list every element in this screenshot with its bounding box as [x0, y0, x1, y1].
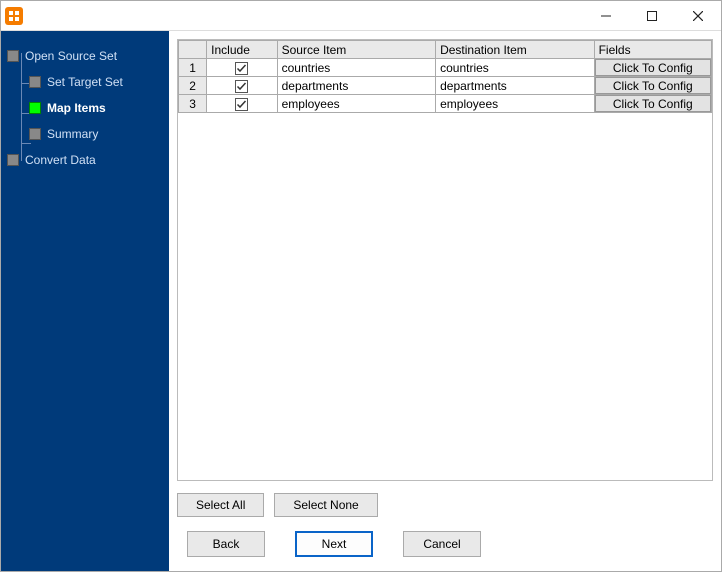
- tree-label: Open Source Set: [25, 49, 117, 63]
- col-header-fields[interactable]: Fields: [594, 41, 711, 59]
- row-number: 3: [179, 95, 207, 113]
- next-button[interactable]: Next: [295, 531, 373, 557]
- source-item-cell[interactable]: employees: [277, 95, 435, 113]
- titlebar: [1, 1, 721, 31]
- destination-item-cell[interactable]: departments: [436, 77, 594, 95]
- destination-item-cell[interactable]: employees: [436, 95, 594, 113]
- maximize-button[interactable]: [629, 1, 675, 31]
- col-header-rownum[interactable]: [179, 41, 207, 59]
- table-row: 2departmentsdepartmentsClick To Config: [179, 77, 712, 95]
- select-none-button[interactable]: Select None: [274, 493, 377, 517]
- row-number: 2: [179, 77, 207, 95]
- wizard-sidebar: Open Source Set Set Target Set Map Items…: [1, 31, 169, 571]
- mapping-table-wrap: Include Source Item Destination Item Fie…: [177, 39, 713, 481]
- tree-box-icon: [7, 154, 19, 166]
- app-icon: [5, 7, 23, 25]
- tree-item-set-target-set[interactable]: Set Target Set: [7, 71, 163, 93]
- include-checkbox[interactable]: [207, 95, 277, 113]
- include-checkbox[interactable]: [207, 77, 277, 95]
- tree-item-summary[interactable]: Summary: [7, 123, 163, 145]
- main-panel: Include Source Item Destination Item Fie…: [169, 31, 721, 571]
- tree-label: Set Target Set: [47, 75, 123, 89]
- tree-box-icon: [29, 128, 41, 140]
- col-header-include[interactable]: Include: [207, 41, 277, 59]
- row-number: 1: [179, 59, 207, 77]
- tree-item-convert-data[interactable]: Convert Data: [7, 149, 163, 171]
- col-header-destination[interactable]: Destination Item: [436, 41, 594, 59]
- mapping-table: Include Source Item Destination Item Fie…: [178, 40, 712, 113]
- config-fields-button[interactable]: Click To Config: [595, 59, 711, 76]
- table-row: 3employeesemployeesClick To Config: [179, 95, 712, 113]
- destination-item-cell[interactable]: countries: [436, 59, 594, 77]
- cancel-button[interactable]: Cancel: [403, 531, 481, 557]
- source-item-cell[interactable]: departments: [277, 77, 435, 95]
- back-button[interactable]: Back: [187, 531, 265, 557]
- tree-box-icon: [7, 50, 19, 62]
- col-header-source[interactable]: Source Item: [277, 41, 435, 59]
- tree-label: Map Items: [47, 101, 106, 115]
- config-fields-button[interactable]: Click To Config: [595, 77, 711, 94]
- minimize-button[interactable]: [583, 1, 629, 31]
- select-all-button[interactable]: Select All: [177, 493, 264, 517]
- close-button[interactable]: [675, 1, 721, 31]
- source-item-cell[interactable]: countries: [277, 59, 435, 77]
- include-checkbox[interactable]: [207, 59, 277, 77]
- config-fields-button[interactable]: Click To Config: [595, 95, 711, 112]
- tree-box-icon: [29, 102, 41, 114]
- tree-box-icon: [29, 76, 41, 88]
- tree-label: Summary: [47, 127, 98, 141]
- tree-label: Convert Data: [25, 153, 96, 167]
- table-row: 1countriescountriesClick To Config: [179, 59, 712, 77]
- tree-item-open-source-set[interactable]: Open Source Set: [7, 45, 163, 67]
- tree-item-map-items[interactable]: Map Items: [7, 97, 163, 119]
